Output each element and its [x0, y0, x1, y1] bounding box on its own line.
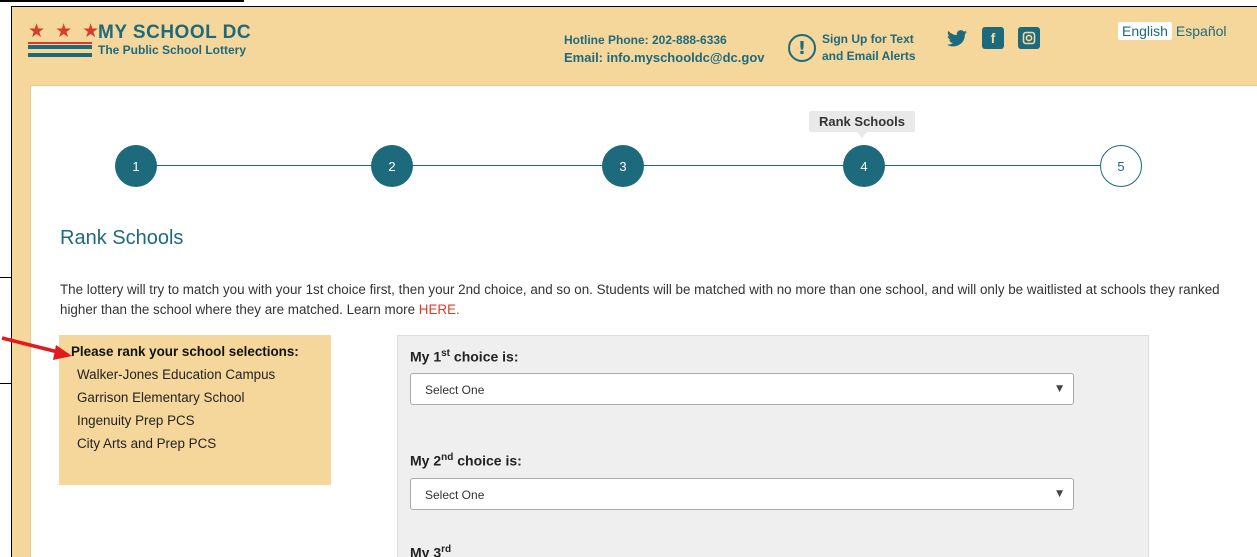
choice-1-select[interactable]: Select One ▼	[410, 373, 1074, 405]
choice-3-ordinal: rd	[441, 544, 452, 555]
logo-subtitle: The Public School Lottery	[98, 43, 247, 57]
school-item: City Arts and Prep PCS	[77, 436, 217, 451]
choice-3-prefix: My 3	[410, 544, 442, 557]
choice-2-prefix: My 2	[410, 452, 442, 469]
lang-english[interactable]: English	[1118, 22, 1172, 40]
facebook-icon[interactable]: f	[982, 27, 1004, 49]
choice-2-suffix: choice is:	[453, 452, 522, 469]
choice-3-label: My 3rd	[410, 544, 451, 557]
progress-step-4[interactable]: 4	[843, 145, 885, 187]
instagram-icon[interactable]	[1018, 27, 1040, 49]
contact-info: Hotline Phone: 202-888-6336 Email: info.…	[564, 31, 764, 67]
instructions-body: The lottery will try to match you with y…	[60, 282, 1220, 317]
school-item: Ingenuity Prep PCS	[77, 413, 195, 428]
choice-2-ordinal: nd	[441, 452, 454, 463]
site-logo[interactable]: ★ ★ ★ MY SCHOOL DC The Public School Lot…	[28, 21, 268, 71]
twitter-icon[interactable]	[946, 27, 968, 49]
progress-tracker: 1 2 3 4 5	[115, 145, 1145, 187]
progress-step-1[interactable]: 1	[115, 145, 157, 187]
choice-2-label: My 2nd choice is:	[410, 452, 522, 469]
site-header: ★ ★ ★ MY SCHOOL DC The Public School Lot…	[12, 7, 1257, 85]
language-switcher: English Español	[1118, 22, 1227, 40]
alert-exclamation-icon: !	[788, 34, 816, 62]
school-item: Walker-Jones Education Campus	[77, 367, 276, 382]
choice-2-select[interactable]: Select One ▼	[410, 478, 1074, 510]
instructions-text: The lottery will try to match you with y…	[60, 280, 1230, 320]
logo-title: MY SCHOOL DC	[98, 22, 252, 43]
alerts-signup-link[interactable]: ! Sign Up for Text and Email Alerts	[788, 31, 916, 65]
logo-red-stripe	[28, 42, 92, 44]
page-title: Rank Schools	[60, 227, 184, 249]
choice-1-label: My 1st choice is:	[410, 348, 519, 365]
progress-step-5[interactable]: 5	[1100, 145, 1142, 187]
logo-blue-stripe	[28, 53, 92, 57]
logo-blue-stripe	[28, 45, 92, 49]
alerts-line2: and Email Alerts	[822, 49, 916, 63]
current-step-tooltip: Rank Schools	[809, 111, 915, 138]
choice-panel: My 1st choice is: Select One ▼ My 2nd ch…	[397, 335, 1149, 557]
annotation-side-box	[0, 277, 12, 384]
choice-1-ordinal: st	[441, 348, 451, 359]
annotation-arrow-icon	[1, 336, 72, 360]
learn-more-link[interactable]: HERE.	[419, 302, 460, 317]
hotline-phone: Hotline Phone: 202-888-6336	[564, 33, 727, 47]
choice-1-value: Select One	[425, 383, 485, 397]
dropdown-arrow-icon: ▼	[1056, 384, 1063, 394]
progress-step-3[interactable]: 3	[602, 145, 644, 187]
alerts-line1: Sign Up for Text	[822, 32, 914, 46]
lang-espanol[interactable]: Español	[1176, 23, 1227, 39]
choice-1-prefix: My 1	[410, 348, 442, 365]
progress-step-2[interactable]: 2	[371, 145, 413, 187]
choice-1-suffix: choice is:	[450, 348, 519, 365]
contact-email[interactable]: Email: info.myschooldc@dc.gov	[564, 49, 764, 67]
annotation-top-rule	[0, 0, 244, 2]
main-content: 1 2 3 4 5 Rank Schools Rank Schools The …	[30, 85, 1257, 557]
logo-stars: ★ ★ ★	[28, 20, 102, 42]
dropdown-arrow-icon: ▼	[1056, 489, 1063, 499]
social-links: f	[946, 27, 1040, 49]
choice-2-value: Select One	[425, 488, 485, 502]
rank-heading: Please rank your school selections:	[71, 344, 299, 359]
school-item: Garrison Elementary School	[77, 390, 245, 405]
school-selections-panel: Please rank your school selections: Walk…	[59, 335, 331, 485]
